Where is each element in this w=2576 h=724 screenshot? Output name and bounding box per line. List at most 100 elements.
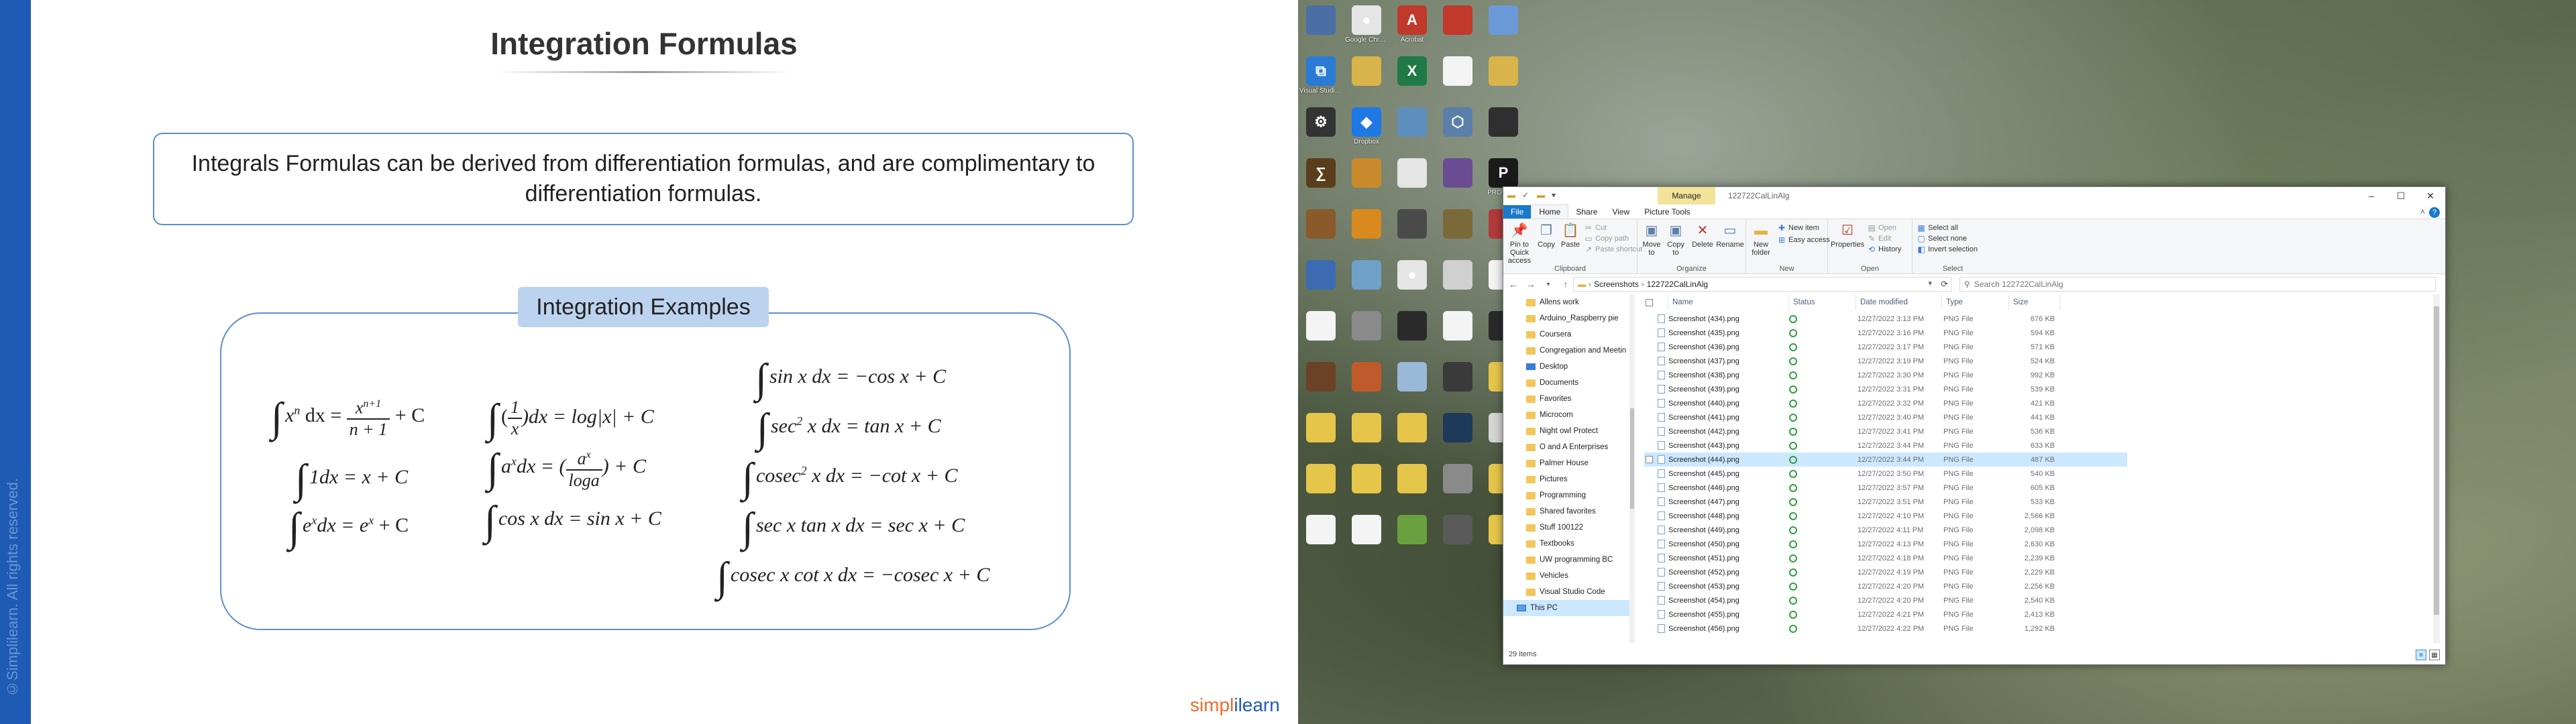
desktop-icon[interactable] (1435, 206, 1481, 257)
details-view-icon[interactable]: ≡ (2416, 650, 2426, 660)
file-row[interactable]: Screenshot (456).png 12/27/2022 4:22 PM PN… (1644, 621, 2127, 636)
edit-button[interactable]: ✎ Edit (1867, 234, 1891, 243)
desktop-icon[interactable] (1344, 410, 1389, 461)
copy-to-button[interactable]: ▣ Copy to (1664, 222, 1687, 257)
tab-file[interactable]: File (1503, 205, 1532, 219)
desktop-icon[interactable] (1435, 54, 1481, 105)
desktop-icon[interactable] (1435, 359, 1481, 410)
new-item-button[interactable]: ✚ New item (1777, 223, 1819, 233)
desktop-icon[interactable] (1344, 206, 1389, 257)
help-icon[interactable]: ? (2429, 207, 2440, 218)
nav-item[interactable]: Desktop (1503, 359, 1634, 375)
nav-item[interactable]: Coursera (1503, 326, 1634, 343)
column-type[interactable]: Type (1942, 294, 2009, 310)
desktop-icon[interactable] (1389, 105, 1435, 156)
nav-item[interactable]: Programming (1503, 487, 1634, 503)
desktop-icon[interactable] (1389, 461, 1435, 512)
desktop-icon[interactable]: ⬡ (1435, 105, 1481, 156)
tab-share[interactable]: Share (1568, 205, 1605, 219)
nav-item[interactable]: Palmer House (1503, 455, 1634, 471)
forward-arrow-icon[interactable]: → (1523, 277, 1538, 292)
file-row[interactable]: Screenshot (436).png 12/27/2022 3:17 PM PN… (1644, 340, 2127, 354)
column-size[interactable]: Size (2009, 294, 2060, 310)
desktop-icon[interactable]: A Acrobat (1389, 3, 1435, 54)
maximize-button[interactable]: ☐ (2386, 187, 2416, 204)
tab-manage[interactable]: Manage (1658, 187, 1715, 204)
file-row[interactable]: Screenshot (439).png 12/27/2022 3:31 PM PN… (1644, 382, 2127, 396)
desktop-icon[interactable] (1344, 308, 1389, 359)
desktop-icon[interactable]: ● Google Chrome (1344, 3, 1389, 54)
nav-item[interactable]: UW programming BC (1503, 552, 1634, 568)
paste-button[interactable]: 📋 Paste (1560, 222, 1581, 249)
cut-button[interactable]: ✂ Cut (1584, 223, 1607, 233)
easy-access-button[interactable]: ⊞ Easy access (1777, 235, 1830, 245)
tab-home[interactable]: Home (1531, 204, 1569, 219)
new-folder-button[interactable]: ▬ New folder (1749, 222, 1773, 257)
file-row[interactable]: Screenshot (434).png 12/27/2022 3:13 PM PN… (1644, 312, 2127, 326)
invert-selection-button[interactable]: ◧ Invert selection (1917, 245, 1978, 254)
desktop-icon[interactable] (1389, 156, 1435, 206)
desktop-icon[interactable]: ⚙ (1298, 105, 1344, 156)
tab-view[interactable]: View (1605, 205, 1637, 219)
nav-item[interactable]: Vehicles (1503, 568, 1634, 584)
file-row[interactable]: Screenshot (450).png 12/27/2022 4:13 PM PN… (1644, 537, 2127, 551)
column-name[interactable]: Name (1668, 294, 1789, 310)
desktop-icon[interactable]: ● (1389, 257, 1435, 308)
desktop-icon[interactable] (1344, 359, 1389, 410)
breadcrumb-current[interactable]: 122722CalLinAlg (1647, 280, 1708, 289)
desktop-icon[interactable] (1481, 105, 1526, 156)
select-all-checkbox-header[interactable] (1644, 294, 1668, 310)
file-row[interactable]: Screenshot (449).png 12/27/2022 4:11 PM PN… (1644, 523, 2127, 537)
desktop-icon[interactable] (1344, 512, 1389, 563)
file-row[interactable]: Screenshot (443).png 12/27/2022 3:44 PM PN… (1644, 438, 2127, 452)
search-box[interactable]: ⚲ (1960, 277, 2436, 292)
address-bar[interactable]: ▬ › Screenshots › 122722CalLinAlg ▾ ⟳ (1573, 277, 1951, 292)
desktop-icon[interactable]: ◆ Dropbox (1344, 105, 1389, 156)
desktop-icon[interactable]: X (1389, 54, 1435, 105)
desktop-icon[interactable] (1435, 512, 1481, 563)
file-list[interactable]: Name Status Date modified Type Size Scre… (1644, 294, 2436, 643)
up-arrow-icon[interactable]: ↑ (1558, 277, 1573, 292)
refresh-icon[interactable]: ⟳ (1941, 279, 1948, 290)
desktop-icon[interactable] (1435, 257, 1481, 308)
file-row[interactable]: Screenshot (441).png 12/27/2022 3:40 PM PN… (1644, 410, 2127, 424)
desktop-icon[interactable] (1344, 461, 1389, 512)
file-row[interactable]: Screenshot (446).png 12/27/2022 3:57 PM PN… (1644, 481, 2127, 495)
file-row[interactable]: Screenshot (444).png 12/27/2022 3:44 PM PN… (1644, 452, 2127, 467)
paste-shortcut-button[interactable]: ↗ Paste shortcut (1584, 245, 1642, 254)
nav-item[interactable]: Visual Studio Code (1503, 584, 1634, 600)
close-button[interactable]: ✕ (2416, 187, 2445, 204)
large-icons-view-icon[interactable]: ▦ (2429, 650, 2440, 660)
delete-button[interactable]: ✕ Delete (1690, 222, 1715, 249)
nav-item[interactable]: Textbooks (1503, 536, 1634, 552)
copy-path-button[interactable]: ▭ Copy path (1584, 234, 1629, 243)
desktop-icon[interactable] (1389, 359, 1435, 410)
title-bar[interactable]: ▬ ✓ ▬ ▾ (1503, 187, 2445, 204)
file-row[interactable]: Screenshot (452).png 12/27/2022 4:19 PM PN… (1644, 565, 2127, 579)
address-dropdown-icon[interactable]: ▾ (1928, 279, 1932, 288)
recent-locations-icon[interactable]: ▾ (1541, 277, 1556, 292)
nav-item[interactable]: Shared favorites (1503, 503, 1634, 520)
desktop-icon[interactable] (1435, 156, 1481, 206)
nav-item[interactable]: Documents (1503, 375, 1634, 391)
rename-button[interactable]: ▭ Rename (1716, 222, 1744, 249)
file-row[interactable]: Screenshot (440).png 12/27/2022 3:32 PM PN… (1644, 396, 2127, 410)
desktop-icon[interactable] (1435, 461, 1481, 512)
nav-item[interactable]: Congregation and Meetin (1503, 343, 1634, 359)
file-row[interactable]: Screenshot (454).png 12/27/2022 4:20 PM PN… (1644, 593, 2127, 607)
customize-dropdown-icon[interactable]: ▾ (1552, 190, 1562, 201)
minimize-button[interactable]: – (2357, 187, 2386, 204)
breadcrumb-screenshots[interactable]: Screenshots (1594, 280, 1639, 289)
pin-quick-access-button[interactable]: 📌 Pin to Quick access (1506, 222, 1533, 265)
desktop-icon[interactable] (1481, 54, 1526, 105)
column-status[interactable]: Status (1789, 294, 1856, 310)
nav-item[interactable]: Arduino_Raspberry pie (1503, 310, 1634, 326)
desktop-icon[interactable] (1344, 54, 1389, 105)
search-input[interactable] (1974, 280, 2435, 289)
file-row[interactable]: Screenshot (451).png 12/27/2022 4:18 PM PN… (1644, 551, 2127, 565)
desktop-icon[interactable] (1344, 156, 1389, 206)
nav-item[interactable]: Night owl Protect (1503, 423, 1634, 439)
nav-item[interactable]: Microcom (1503, 407, 1634, 423)
select-none-button[interactable]: ▢ Select none (1917, 234, 1967, 243)
back-arrow-icon[interactable]: ← (1506, 277, 1521, 292)
